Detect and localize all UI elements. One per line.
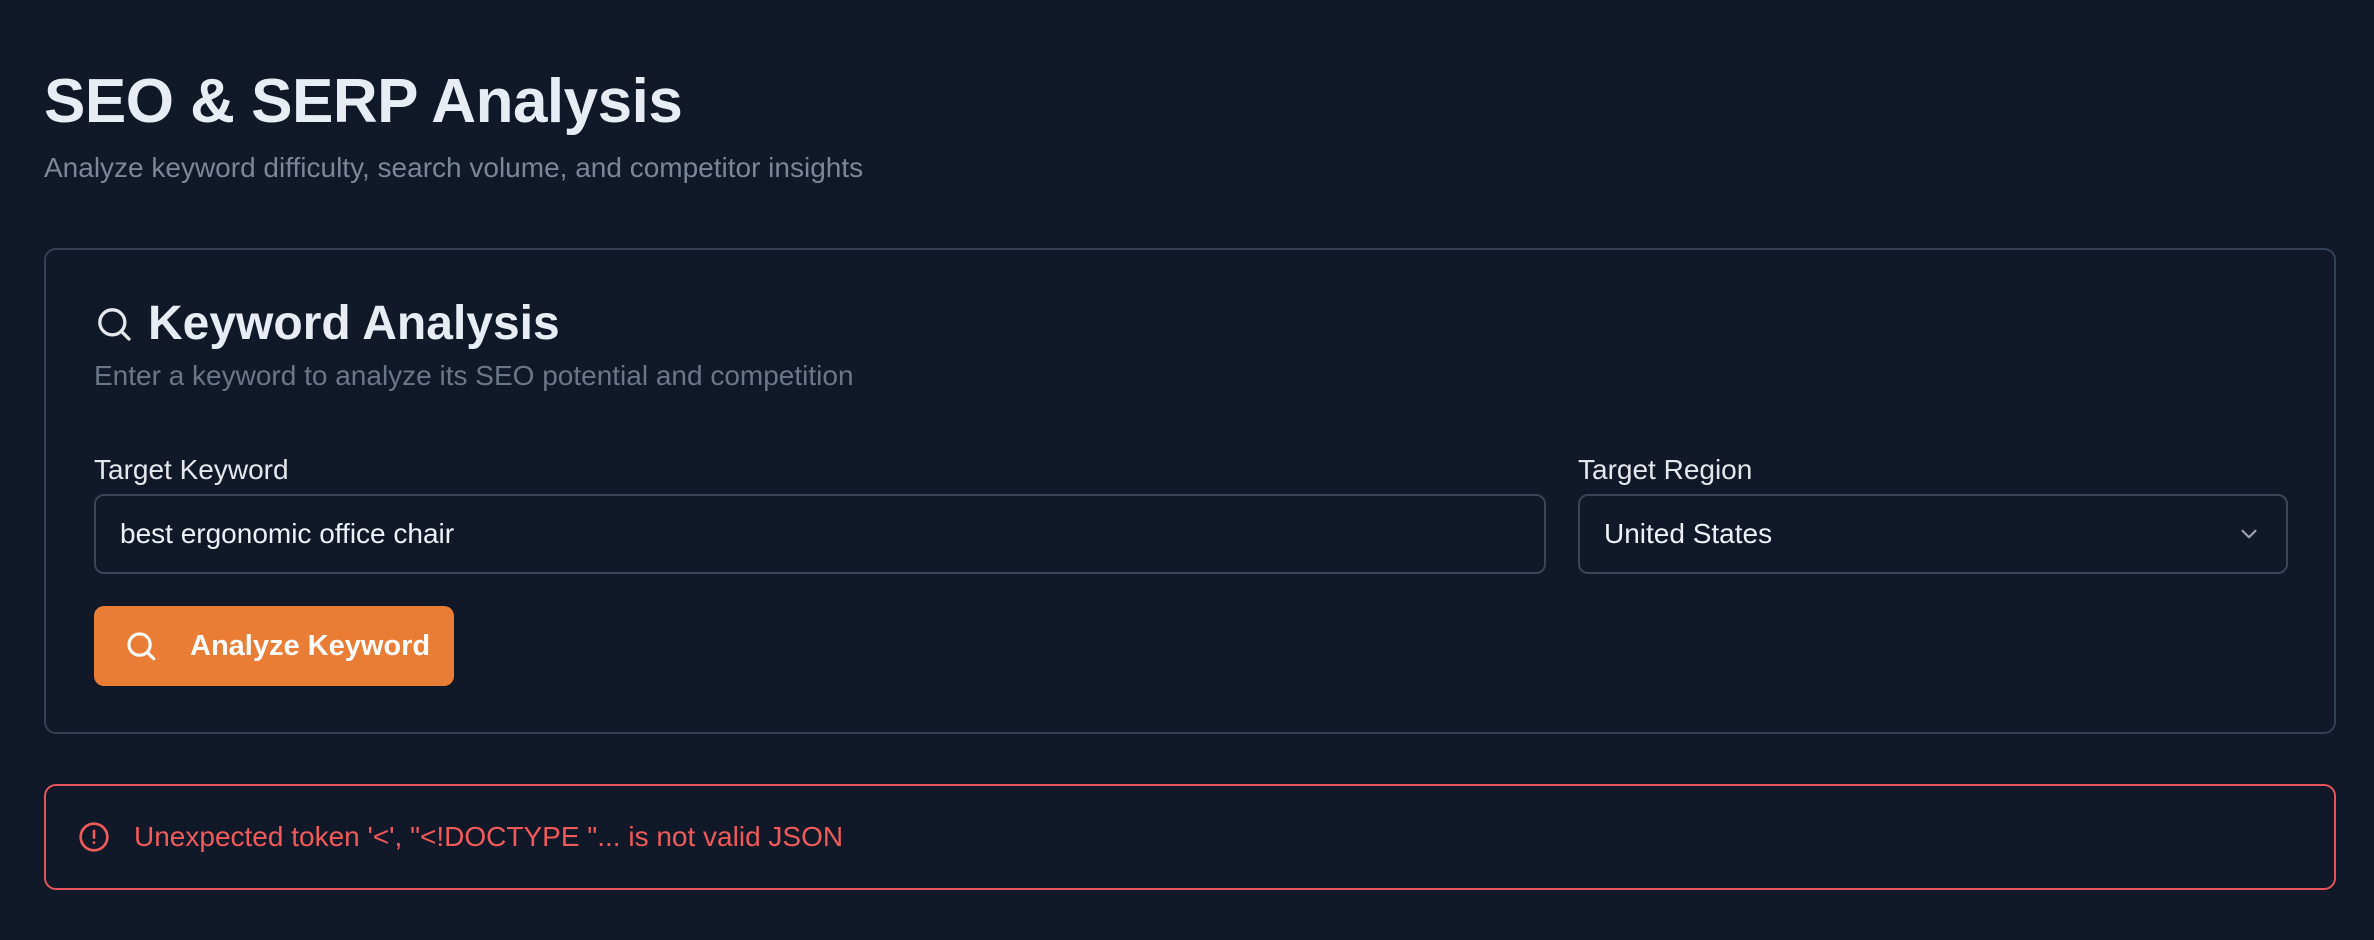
analyze-keyword-button[interactable]: Analyze Keyword — [94, 606, 454, 686]
target-region-select[interactable]: United States — [1578, 494, 2288, 574]
chevron-down-icon — [2236, 521, 2262, 547]
target-region-value: United States — [1604, 518, 1773, 549]
search-icon — [94, 304, 134, 344]
alert-circle-icon — [78, 821, 110, 853]
card-header: Keyword Analysis — [94, 294, 560, 354]
card-subtitle: Enter a keyword to analyze its SEO poten… — [94, 360, 854, 391]
keyword-analysis-card: Keyword Analysis Enter a keyword to anal… — [44, 248, 2336, 734]
page-title: SEO & SERP Analysis — [44, 67, 683, 136]
analyze-button-label: Analyze Keyword — [190, 629, 431, 662]
error-alert: Unexpected token '<', "<!DOCTYPE "... is… — [44, 784, 2336, 890]
card-title: Keyword Analysis — [148, 297, 560, 350]
target-keyword-label: Target Keyword — [94, 454, 289, 485]
target-region-label: Target Region — [1578, 454, 1753, 485]
target-keyword-input[interactable] — [94, 494, 1546, 574]
page-subtitle: Analyze keyword difficulty, search volum… — [44, 152, 864, 183]
search-icon — [124, 629, 158, 663]
page-header: SEO & SERP Analysis Analyze keyword diff… — [44, 62, 863, 186]
error-message: Unexpected token '<', "<!DOCTYPE "... is… — [134, 821, 844, 852]
